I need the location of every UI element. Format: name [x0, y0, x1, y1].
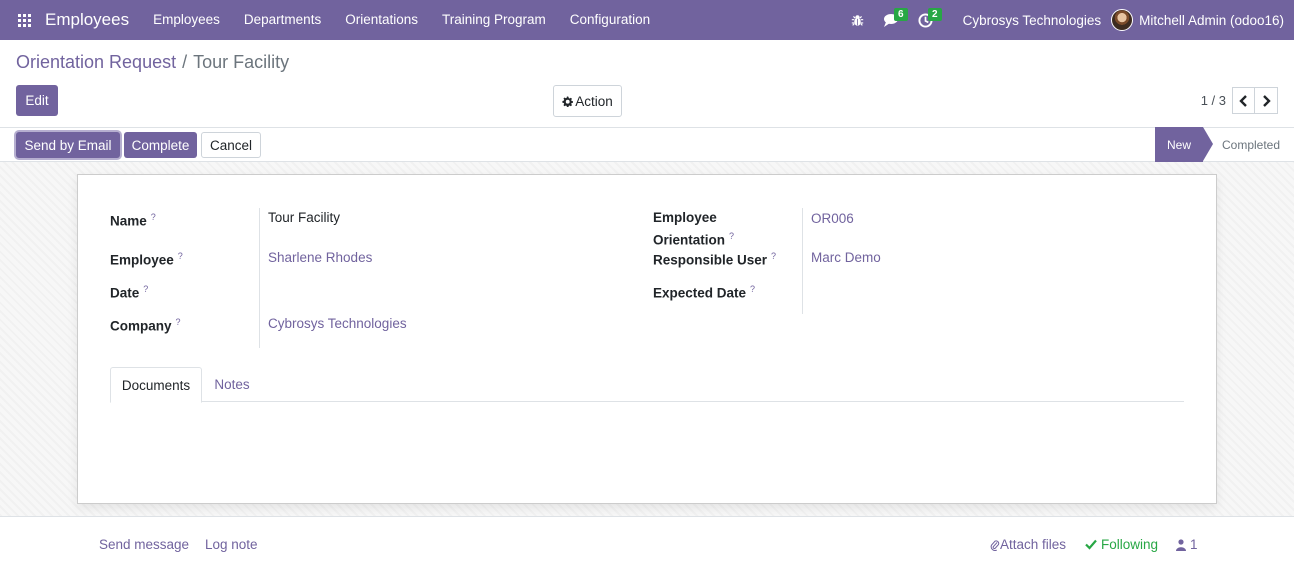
- expected-date-label: Expected Date?: [653, 284, 756, 301]
- complete-button[interactable]: Complete: [124, 132, 197, 158]
- statusbar: Send by Email Complete Cancel New Comple…: [0, 127, 1294, 162]
- followers-button[interactable]: 1: [1176, 537, 1198, 552]
- employee-label: Employee?: [110, 251, 183, 268]
- left-field-divider: [259, 208, 260, 348]
- name-field[interactable]: Tour Facility: [268, 208, 340, 227]
- help-icon[interactable]: ?: [176, 317, 181, 327]
- avatar: [1111, 9, 1134, 31]
- app-title[interactable]: Employees: [45, 10, 129, 30]
- tab-documents[interactable]: Documents: [110, 367, 202, 403]
- apps-menu-icon[interactable]: [4, 0, 44, 40]
- edit-button[interactable]: Edit: [16, 85, 58, 116]
- stage-completed[interactable]: Completed: [1218, 128, 1284, 161]
- breadcrumb-parent[interactable]: Orientation Request: [16, 52, 176, 72]
- date-label: Date?: [110, 284, 149, 301]
- responsible-user-label: Responsible User?: [653, 251, 777, 268]
- name-label: Name?: [110, 212, 156, 229]
- date-field[interactable]: [268, 281, 468, 300]
- chevron-left-icon: [1239, 94, 1247, 107]
- help-icon[interactable]: ?: [151, 212, 156, 222]
- pager-previous-button[interactable]: [1232, 87, 1255, 114]
- check-icon: [1085, 539, 1097, 550]
- top-navbar: Employees Employees Departments Orientat…: [0, 0, 1294, 40]
- messages-badge: 6: [894, 8, 908, 21]
- log-note-button[interactable]: Log note: [205, 537, 258, 552]
- action-button[interactable]: Action: [553, 85, 622, 117]
- action-label: Action: [575, 93, 613, 109]
- send-message-button[interactable]: Send message: [99, 537, 189, 552]
- user-name: Mitchell Admin (odoo16): [1139, 12, 1284, 28]
- help-icon[interactable]: ?: [143, 284, 148, 294]
- form-sheet: Name? Employee? Date? Company? Tour Faci…: [77, 174, 1217, 504]
- following-label: Following: [1101, 537, 1159, 552]
- company-field[interactable]: Cybrosys Technologies: [268, 314, 407, 333]
- pager: 1 / 3: [1201, 87, 1278, 114]
- following-button[interactable]: Following: [1085, 537, 1158, 552]
- attach-files-label: Attach files: [1000, 537, 1067, 552]
- user-menu[interactable]: Mitchell Admin (odoo16): [1111, 9, 1294, 31]
- menu-orientations[interactable]: Orientations: [333, 0, 430, 40]
- help-icon[interactable]: ?: [750, 284, 755, 294]
- help-icon[interactable]: ?: [178, 251, 183, 261]
- attach-files-button[interactable]: Attach files: [990, 537, 1066, 552]
- employee-field[interactable]: Sharlene Rhodes: [268, 248, 372, 267]
- tab-notes[interactable]: Notes: [202, 367, 262, 402]
- breadcrumb-current: Tour Facility: [193, 52, 290, 72]
- gear-icon: [562, 95, 574, 107]
- stage-new[interactable]: New: [1155, 127, 1203, 162]
- right-field-divider: [802, 208, 803, 314]
- breadcrumb-separator: /: [182, 52, 188, 72]
- stage-arrow: [1203, 127, 1213, 161]
- cancel-button[interactable]: Cancel: [201, 132, 261, 158]
- help-icon[interactable]: ?: [729, 231, 734, 241]
- pager-next-button[interactable]: [1255, 87, 1278, 114]
- employee-orientation-label: Employee Orientation?: [653, 210, 735, 248]
- paperclip-icon: [990, 539, 1000, 551]
- messages-icon[interactable]: 6: [879, 0, 908, 40]
- help-icon[interactable]: ?: [771, 251, 776, 261]
- followers-count: 1: [1190, 537, 1198, 552]
- send-by-email-button[interactable]: Send by Email: [16, 132, 120, 158]
- activities-clock-icon[interactable]: 2: [913, 0, 942, 40]
- chevron-right-icon: [1262, 94, 1271, 107]
- employee-orientation-field[interactable]: OR006: [811, 209, 854, 228]
- company-label: Company?: [110, 317, 181, 334]
- company-switcher[interactable]: Cybrosys Technologies: [953, 13, 1112, 28]
- menu-configuration[interactable]: Configuration: [558, 0, 662, 40]
- pager-value[interactable]: 1 / 3: [1201, 93, 1226, 108]
- expected-date-field[interactable]: [811, 281, 1011, 300]
- notebook-tabs: Documents Notes: [110, 367, 1184, 403]
- user-icon: [1176, 538, 1186, 551]
- responsible-user-field[interactable]: Marc Demo: [811, 248, 881, 267]
- debug-bug-icon[interactable]: [845, 0, 871, 40]
- activities-badge: 2: [928, 8, 942, 21]
- breadcrumb: Orientation Request / Tour Facility: [16, 52, 289, 73]
- menu-training-program[interactable]: Training Program: [430, 0, 558, 40]
- menu-departments[interactable]: Departments: [232, 0, 333, 40]
- menu-employees[interactable]: Employees: [141, 0, 232, 40]
